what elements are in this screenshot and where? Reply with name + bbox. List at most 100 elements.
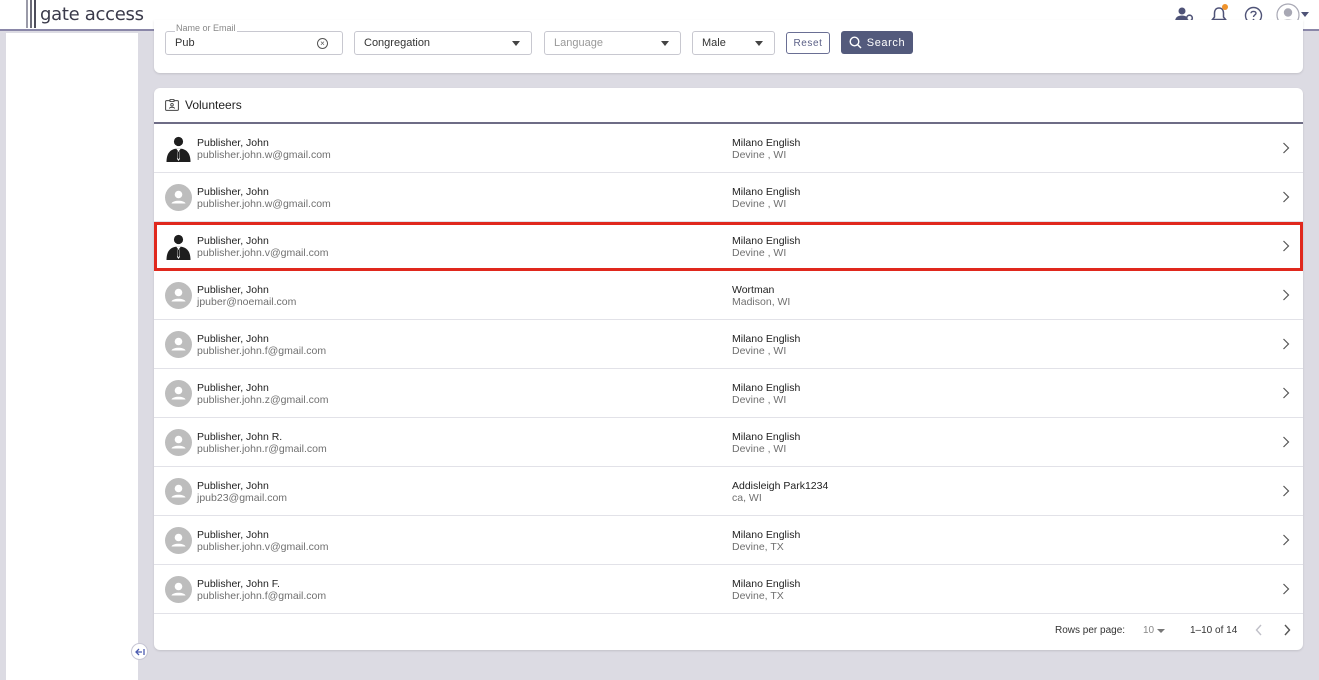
search-button[interactable]: Search bbox=[841, 31, 913, 54]
volunteers-card: Volunteers Publisher, John publisher.john… bbox=[154, 88, 1303, 650]
dropdown-caret-icon bbox=[661, 41, 669, 46]
volunteer-name: Publisher, John bbox=[197, 235, 269, 247]
volunteer-name: Publisher, John bbox=[197, 333, 269, 345]
volunteer-email: publisher.john.z@gmail.com bbox=[197, 394, 329, 406]
rows-per-page-select[interactable]: 10 bbox=[1143, 625, 1154, 636]
chevron-right-icon[interactable] bbox=[1282, 240, 1290, 252]
collapse-sidebar-button[interactable] bbox=[131, 643, 148, 660]
volunteer-name: Publisher, John bbox=[197, 284, 269, 296]
volunteer-name: Publisher, John bbox=[197, 186, 269, 198]
volunteer-location: Devine , WI bbox=[732, 394, 787, 406]
volunteer-row[interactable]: Publisher, John jpuber@noemail.com Wortman… bbox=[154, 271, 1303, 320]
id-badge-icon bbox=[165, 99, 179, 111]
language-placeholder: Language bbox=[554, 37, 603, 49]
volunteer-location: Devine, TX bbox=[732, 590, 784, 602]
gender-select[interactable]: Male bbox=[692, 31, 775, 55]
volunteer-row[interactable]: Publisher, John jpub23@gmail.com Addisleig… bbox=[154, 467, 1303, 516]
volunteer-row[interactable]: Publisher, John R. publisher.john.r@gmail… bbox=[154, 418, 1303, 467]
chevron-right-icon[interactable] bbox=[1282, 485, 1290, 497]
generic-person-icon bbox=[171, 386, 186, 400]
avatar bbox=[165, 576, 192, 603]
volunteers-list: Publisher, John publisher.john.w@gmail.co… bbox=[154, 124, 1303, 614]
avatar bbox=[165, 135, 192, 162]
filter-bar: Name or Email Pub × Congregation Languag… bbox=[154, 20, 1303, 73]
volunteer-row[interactable]: Publisher, John F. publisher.john.f@gmail… bbox=[154, 565, 1303, 614]
name-email-field-label: Name or Email bbox=[175, 23, 237, 32]
volunteers-title: Volunteers bbox=[185, 98, 242, 112]
generic-person-icon bbox=[171, 582, 186, 596]
search-button-label: Search bbox=[866, 36, 906, 49]
dropdown-caret-icon bbox=[755, 41, 763, 46]
volunteer-location: Devine, TX bbox=[732, 541, 784, 553]
generic-person-icon bbox=[171, 288, 186, 302]
volunteer-email: publisher.john.f@gmail.com bbox=[197, 345, 327, 357]
avatar bbox=[165, 478, 192, 505]
volunteer-row[interactable]: Publisher, John publisher.john.f@gmail.co… bbox=[154, 320, 1303, 369]
volunteer-location: Madison, WI bbox=[732, 296, 791, 308]
volunteer-name: Publisher, John bbox=[197, 529, 269, 541]
volunteer-congregation: Milano English bbox=[732, 137, 801, 149]
volunteer-congregation: Milano English bbox=[732, 578, 801, 590]
volunteer-row[interactable]: Publisher, John publisher.john.w@gmail.co… bbox=[154, 173, 1303, 222]
volunteer-congregation: Milano English bbox=[732, 529, 801, 541]
previous-page-icon[interactable] bbox=[1254, 624, 1264, 636]
volunteer-location: Devine , WI bbox=[732, 345, 787, 357]
name-email-value: Pub bbox=[175, 37, 195, 49]
chevron-right-icon[interactable] bbox=[1282, 289, 1290, 301]
chevron-right-icon[interactable] bbox=[1282, 583, 1290, 595]
chevron-right-icon[interactable] bbox=[1282, 142, 1290, 154]
chevron-right-icon[interactable] bbox=[1282, 191, 1290, 203]
chevron-right-icon[interactable] bbox=[1282, 338, 1290, 350]
volunteer-row[interactable]: Publisher, John publisher.john.z@gmail.co… bbox=[154, 369, 1303, 418]
volunteer-congregation: Milano English bbox=[732, 186, 801, 198]
app-logo[interactable]: gate access bbox=[26, 0, 144, 28]
language-select[interactable]: Language bbox=[544, 31, 681, 55]
name-email-field[interactable]: Name or Email Pub × bbox=[165, 23, 343, 55]
notification-dot bbox=[1222, 4, 1228, 10]
avatar bbox=[165, 184, 192, 211]
volunteer-email: publisher.john.r@gmail.com bbox=[197, 443, 327, 455]
volunteer-congregation: Milano English bbox=[732, 235, 801, 247]
volunteer-location: Devine , WI bbox=[732, 247, 787, 259]
clear-icon[interactable]: × bbox=[317, 38, 328, 49]
volunteer-email: jpuber@noemail.com bbox=[197, 296, 297, 308]
volunteer-row[interactable]: Publisher, John publisher.john.v@gmail.co… bbox=[154, 516, 1303, 565]
volunteer-name: Publisher, John F. bbox=[197, 578, 280, 590]
avatar bbox=[165, 233, 192, 260]
chevron-right-icon[interactable] bbox=[1282, 436, 1290, 448]
volunteer-email: publisher.john.f@gmail.com bbox=[197, 590, 327, 602]
volunteer-email: publisher.john.v@gmail.com bbox=[197, 541, 329, 553]
volunteer-congregation: Wortman bbox=[732, 284, 775, 296]
pagination: Rows per page: 10 1–10 of 14 bbox=[154, 613, 1303, 650]
logo-bars-icon bbox=[26, 0, 36, 28]
volunteers-header: Volunteers bbox=[154, 88, 1303, 124]
generic-person-icon bbox=[171, 190, 186, 204]
chevron-right-icon[interactable] bbox=[1282, 534, 1290, 546]
suit-person-icon bbox=[166, 234, 191, 260]
avatar bbox=[165, 380, 192, 407]
volunteer-email: publisher.john.w@gmail.com bbox=[197, 149, 331, 161]
congregation-select[interactable]: Congregation bbox=[354, 31, 532, 55]
volunteer-email: jpub23@gmail.com bbox=[197, 492, 288, 504]
chevron-down-icon bbox=[1301, 12, 1309, 17]
generic-person-icon bbox=[171, 435, 186, 449]
volunteer-location: Devine , WI bbox=[732, 443, 787, 455]
volunteer-name: Publisher, John bbox=[197, 382, 269, 394]
rows-per-page-caret-icon[interactable] bbox=[1157, 629, 1165, 633]
search-icon bbox=[849, 36, 862, 49]
collapse-arrow-icon bbox=[134, 648, 145, 655]
volunteer-location: Devine , WI bbox=[732, 149, 787, 161]
suit-person-icon bbox=[166, 136, 191, 162]
volunteer-row[interactable]: Publisher, John publisher.john.v@gmail.co… bbox=[154, 222, 1303, 271]
volunteer-location: Devine , WI bbox=[732, 198, 787, 210]
volunteer-email: publisher.john.w@gmail.com bbox=[197, 198, 331, 210]
volunteer-row[interactable]: Publisher, John publisher.john.w@gmail.co… bbox=[154, 124, 1303, 173]
next-page-icon[interactable] bbox=[1282, 624, 1292, 636]
volunteer-email: publisher.john.v@gmail.com bbox=[197, 247, 329, 259]
congregation-value: Congregation bbox=[364, 37, 431, 49]
volunteer-name: Publisher, John R. bbox=[197, 431, 283, 443]
pagination-range: 1–10 of 14 bbox=[1190, 625, 1238, 636]
avatar bbox=[165, 429, 192, 456]
chevron-right-icon[interactable] bbox=[1282, 387, 1290, 399]
reset-button[interactable]: Reset bbox=[786, 32, 830, 54]
